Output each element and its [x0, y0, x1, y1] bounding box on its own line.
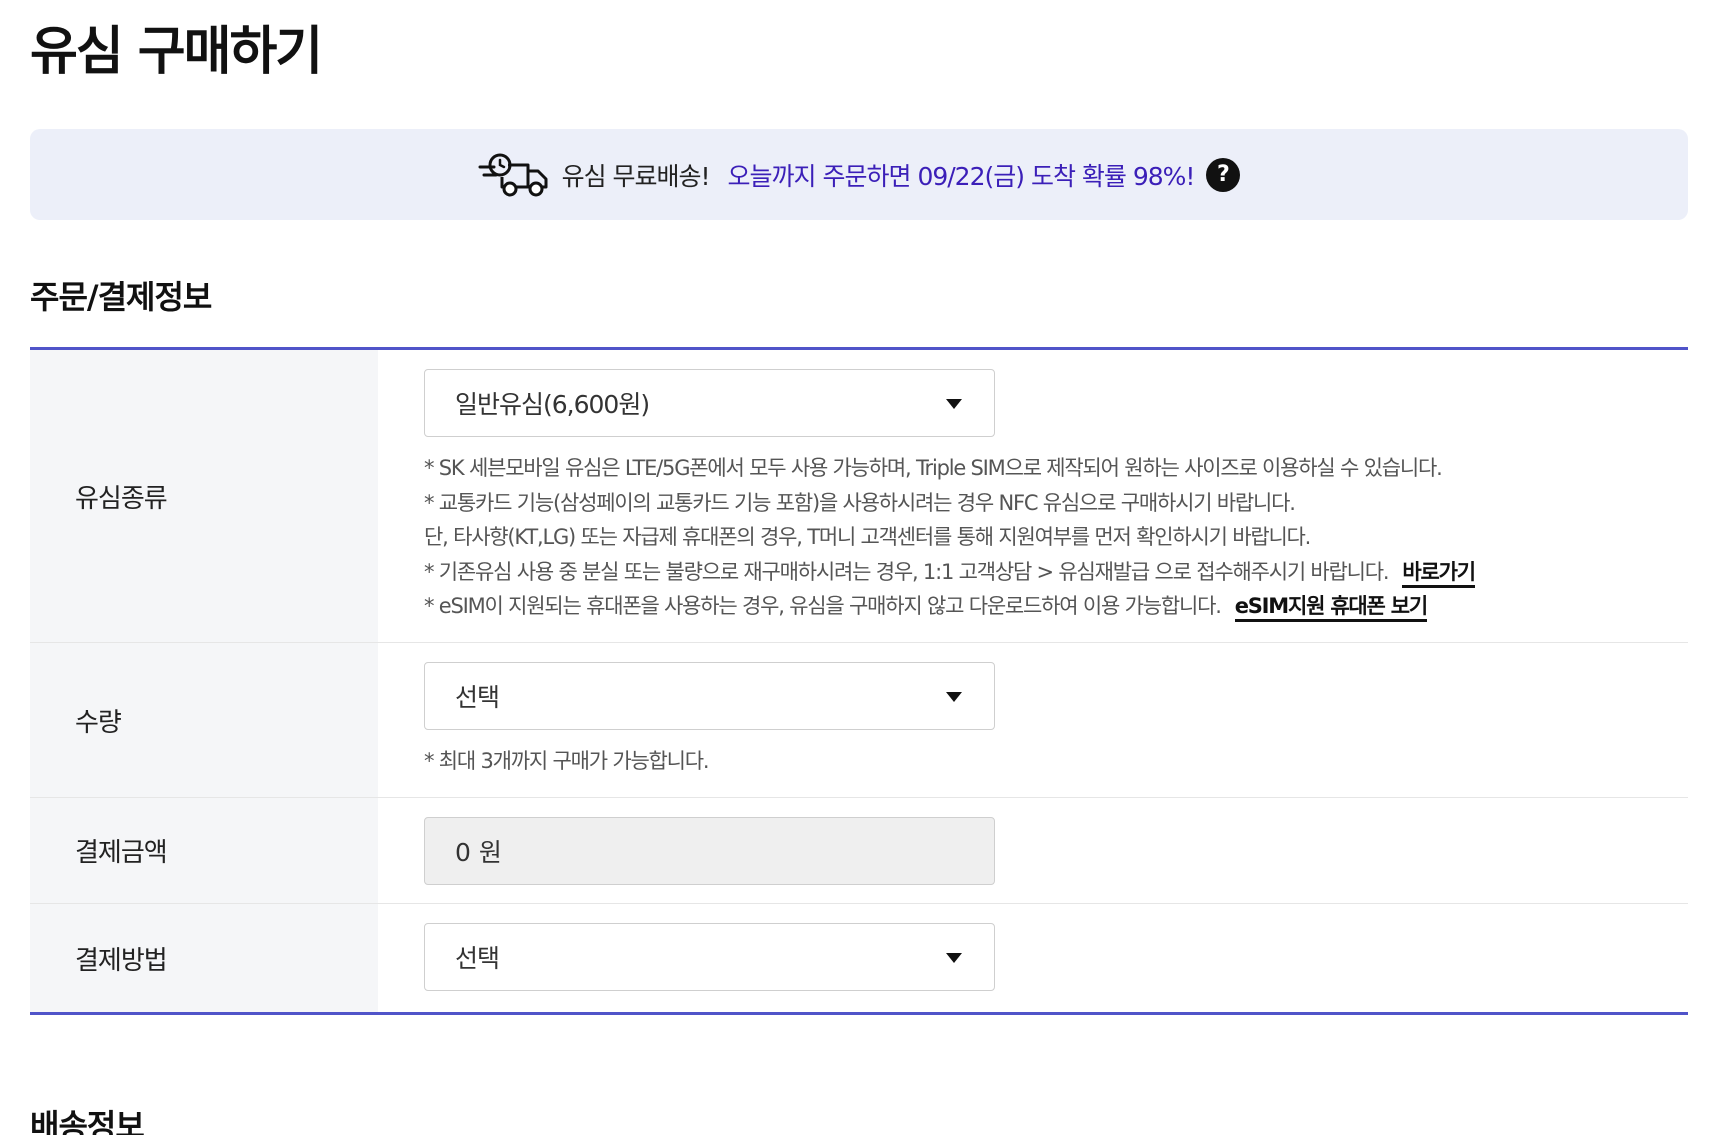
free-delivery-banner: 유심 무료배송! 오늘까지 주문하면 09/22(금) 도착 확률 98%! ? [30, 129, 1688, 220]
sim-type-note-5-text: * eSIM이 지원되는 휴대폰을 사용하는 경우, 유심을 구매하지 않고 다… [424, 594, 1222, 618]
sim-type-label: 유심종류 [30, 350, 378, 642]
payment-method-select[interactable]: 선택 [424, 923, 995, 991]
banner-arrival-estimate: 오늘까지 주문하면 09/22(금) 도착 확률 98%! [727, 161, 1196, 191]
quantity-note: * 최대 3개까지 구매가 가능합니다. [424, 749, 710, 773]
quantity-row: 수량 선택 * 최대 3개까지 구매가 가능합니다. [30, 643, 1688, 798]
quantity-select[interactable]: 선택 [424, 662, 995, 730]
amount-label: 결제금액 [30, 798, 378, 903]
shortcut-link[interactable]: 바로가기 [1402, 559, 1476, 588]
sim-type-note-1: * SK 세븐모바일 유심은 LTE/5G폰에서 모두 사용 가능하며, Tri… [424, 456, 1443, 480]
banner-free-delivery-label: 유심 무료배송! [561, 161, 711, 191]
sim-type-note-4-text: * 기존유심 사용 중 분실 또는 불량으로 재구매하시려는 경우, 1:1 고… [424, 559, 1390, 584]
chevron-down-icon [946, 953, 962, 963]
payment-selected-value: 선택 [455, 944, 500, 973]
chevron-down-icon [946, 692, 962, 702]
sim-type-note-5: * eSIM이 지원되는 휴대폰을 사용하는 경우, 유심을 구매하지 않고 다… [424, 589, 1688, 624]
delivery-truck-icon [478, 153, 548, 196]
esim-phones-link[interactable]: eSIM지원 휴대폰 보기 [1234, 594, 1428, 622]
sim-type-note-3: 단, 타사향(KT,LG) 또는 자급제 휴대폰의 경우, T머니 고객센터를 … [424, 525, 1311, 549]
payment-row: 결제방법 선택 [30, 904, 1688, 1012]
sim-type-selected-value: 일반유심(6,600원) [455, 390, 650, 419]
sim-type-note-4: * 기존유심 사용 중 분실 또는 불량으로 재구매하시려는 경우, 1:1 고… [424, 555, 1688, 590]
order-section-title: 주문/결제정보 [30, 278, 212, 316]
amount-row: 결제금액 0 원 [30, 798, 1688, 904]
page-title: 유심 구매하기 [30, 22, 323, 82]
quantity-label: 수량 [30, 643, 378, 797]
help-icon[interactable]: ? [1206, 157, 1241, 192]
payment-label: 결제방법 [30, 904, 378, 1012]
order-form-table: 유심종류 일반유심(6,600원) * SK 세븐모바일 유심은 LTE/5G폰… [30, 347, 1688, 1015]
sim-type-row: 유심종류 일반유심(6,600원) * SK 세븐모바일 유심은 LTE/5G폰… [30, 350, 1688, 643]
sim-type-notes: * SK 세븐모바일 유심은 LTE/5G폰에서 모두 사용 가능하며, Tri… [424, 451, 1688, 624]
amount-field: 0 원 [424, 817, 995, 885]
quantity-selected-value: 선택 [455, 683, 500, 712]
chevron-down-icon [946, 399, 962, 409]
delivery-section-title: 배송정보 [30, 1107, 145, 1135]
sim-type-note-2: * 교통카드 기능(삼성페이의 교통카드 기능 포함)을 사용하시려는 경우 N… [424, 490, 1296, 515]
sim-type-select[interactable]: 일반유심(6,600원) [424, 369, 995, 437]
